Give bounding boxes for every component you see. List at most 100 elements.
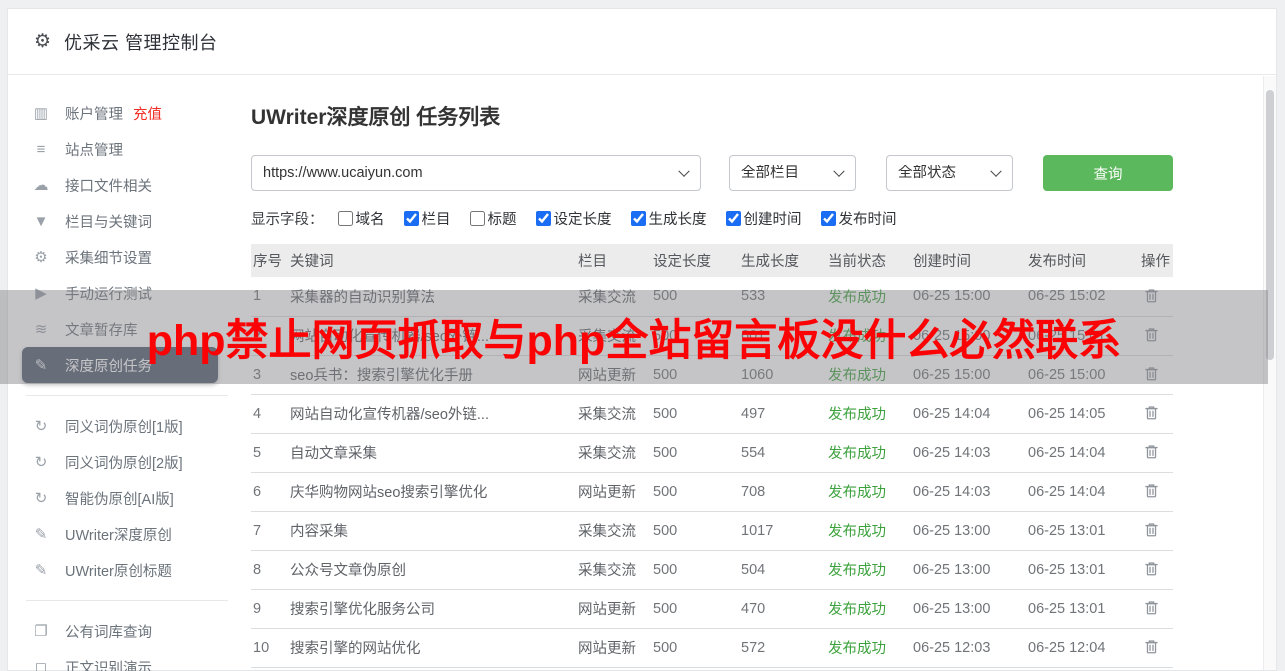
sidebar-item-label: 采集细节设置 [65,247,152,268]
sidebar-item-columns-keywords[interactable]: ▼栏目与关键词 [8,203,246,239]
column-select-wrap: 全部栏目 [729,155,856,191]
cell-gen_len: 601 [739,316,826,355]
cell-keyword: 自动文章采集 [288,433,576,472]
cell-actions [1139,355,1173,394]
sidebar-item-deep-original-tasks[interactable]: ✎深度原创任务 [22,347,218,383]
trash-icon [1143,326,1160,343]
query-button[interactable]: 查询 [1043,155,1173,191]
checkbox[interactable] [821,211,836,226]
delete-button[interactable] [1141,363,1162,384]
table-row: 6庆华购物网站seo搜索引擎优化网站更新500708发布成功06-25 14:0… [251,472,1173,511]
checkbox[interactable] [631,211,646,226]
trash-icon [1143,599,1160,616]
column-header: 发布时间 [1026,244,1139,277]
delete-button[interactable] [1141,441,1162,462]
field-checkbox-发布时间[interactable]: 发布时间 [821,208,897,229]
delete-button[interactable] [1141,285,1162,306]
cell-set_len: 500 [651,355,739,394]
sidebar-item-manual-run-test[interactable]: ▶手动运行测试 [8,275,246,311]
sidebar-item-public-lexicon-query[interactable]: ❐公有词库查询 [8,613,246,649]
checkbox[interactable] [726,211,741,226]
cell-published: 06-25 13:01 [1026,589,1139,628]
cell-gen_len: 1060 [739,355,826,394]
sidebar-item-synonym-rewrite-v1[interactable]: ↻ 同义词伪原创[1版] [8,408,246,444]
checkbox[interactable] [536,211,551,226]
cell-no: 1 [251,277,288,316]
sidebar-item-synonym-rewrite-v2[interactable]: ↻同义词伪原创[2版] [8,444,246,480]
field-checkbox-设定长度[interactable]: 设定长度 [536,208,612,229]
delete-button[interactable] [1141,519,1162,540]
cell-keyword: 搜索引擎优化服务公司 [288,589,576,628]
sidebar-item-article-staging[interactable]: ≋文章暂存库 [8,311,246,347]
sidebar-divider [26,395,228,396]
cloud-upload-icon: ☁ [31,176,51,194]
cell-published: 06-25 15:01 [1026,316,1139,355]
cell-column: 采集交流 [576,316,651,355]
table-row: 7内容采集采集交流5001017发布成功06-25 13:0006-25 13:… [251,511,1173,550]
sidebar-item-smart-rewrite-ai[interactable]: ↻智能伪原创[AI版] [8,480,246,516]
bar-chart-icon: ▥ [31,104,51,122]
sidebar-item-account-management[interactable]: ▥账户管理充值 [8,95,246,131]
cell-actions [1139,316,1173,355]
checkbox[interactable] [338,211,353,226]
cell-published: 06-25 13:01 [1026,511,1139,550]
edit-square-icon: ✎ [31,525,51,543]
cell-created: 06-25 13:00 [911,511,1026,550]
delete-button[interactable] [1141,558,1162,579]
table-row: 8公众号文章伪原创采集交流500504发布成功06-25 13:0006-25 … [251,550,1173,589]
edit-square-icon: ✎ [31,561,51,579]
field-checkbox-标题[interactable]: 标题 [470,208,517,229]
table-row: 4网站自动化宣传机器/seo外链...采集交流500497发布成功06-25 1… [251,394,1173,433]
cell-set_len: 500 [651,316,739,355]
sidebar-item-label: 文章暂存库 [65,319,138,340]
delete-button[interactable] [1141,402,1162,423]
sidebar-item-body-recognition-demo[interactable]: ◻正文识别演示 [8,649,246,671]
sidebar-item-collection-settings[interactable]: ⚙采集细节设置 [8,239,246,275]
field-checkbox-创建时间[interactable]: 创建时间 [726,208,802,229]
vertical-scrollbar[interactable] [1263,76,1276,670]
cell-created: 06-25 15:00 [911,355,1026,394]
sidebar-item-site-management[interactable]: ≡站点管理 [8,131,246,167]
cell-status: 发布成功 [826,511,911,550]
scrollbar-thumb[interactable] [1266,90,1274,360]
cell-published: 06-25 14:04 [1026,433,1139,472]
checkbox-label: 栏目 [422,208,451,229]
checkbox[interactable] [404,211,419,226]
cell-created: 06-25 15:00 [911,277,1026,316]
sidebar-item-uwriter-original-title[interactable]: ✎UWriter原创标题 [8,552,246,588]
column-select[interactable]: 全部栏目 [729,155,856,191]
cell-no: 7 [251,511,288,550]
delete-button[interactable] [1141,636,1162,657]
cell-no: 10 [251,628,288,667]
checkbox[interactable] [470,211,485,226]
table-header-row: 序号关键词栏目设定长度生成长度当前状态创建时间发布时间操作 [251,244,1173,277]
refresh-icon: ↻ [31,417,51,435]
sidebar-item-label: 同义词伪原创[1版] [65,416,183,437]
site-select[interactable]: https://www.ucaiyun.com [251,155,701,191]
checkbox-label: 标题 [488,208,517,229]
cell-published: 06-25 14:04 [1026,472,1139,511]
sidebar-item-uwriter-deep-original[interactable]: ✎UWriter深度原创 [8,516,246,552]
recharge-link[interactable]: 充值 [133,103,162,124]
sidebar-item-interface-files[interactable]: ☁接口文件相关 [8,167,246,203]
field-checkbox-生成长度[interactable]: 生成长度 [631,208,707,229]
sidebar-item-label: 栏目与关键词 [65,211,152,232]
site-select-wrap: https://www.ucaiyun.com [251,155,701,191]
delete-button[interactable] [1141,597,1162,618]
cell-gen_len: 554 [739,433,826,472]
cell-created: 06-25 14:03 [911,433,1026,472]
cell-column: 网站更新 [576,355,651,394]
cell-gen_len: 533 [739,277,826,316]
trash-icon [1143,365,1160,382]
cell-status: 发布成功 [826,277,911,316]
cell-set_len: 500 [651,550,739,589]
field-checkbox-域名[interactable]: 域名 [338,208,385,229]
delete-button[interactable] [1141,324,1162,345]
cell-no: 5 [251,433,288,472]
column-header: 关键词 [288,244,576,277]
field-checkbox-栏目[interactable]: 栏目 [404,208,451,229]
sidebar-item-label: 手动运行测试 [65,283,152,304]
delete-button[interactable] [1141,480,1162,501]
status-select[interactable]: 全部状态 [886,155,1013,191]
checkbox-label: 创建时间 [744,208,802,229]
